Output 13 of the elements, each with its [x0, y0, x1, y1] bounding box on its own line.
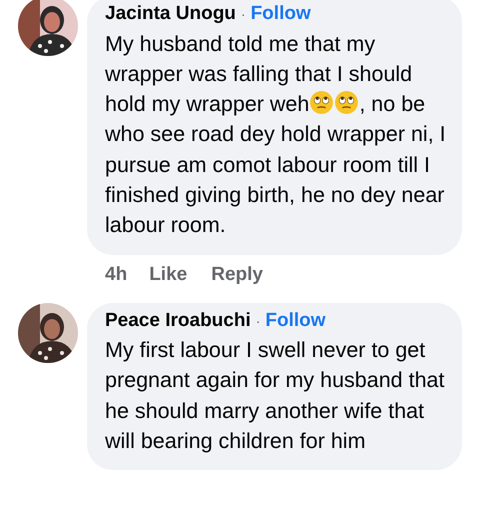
like-link[interactable]: Like: [149, 262, 188, 287]
author-name[interactable]: Peace Iroabuchi: [105, 310, 251, 331]
comment-text: My husband told me that my wrapper was falling that I should hold my wrapper weh , no be who see road dey hold wrapper ni, I pursue am comot labour room till I finished giving birth, he no dey near labour room.: [105, 30, 446, 240]
comment-time: 4h: [105, 262, 128, 287]
eye-roll-emoji-icon: [309, 90, 334, 116]
separator-dot: ·: [240, 6, 246, 22]
eye-roll-emoji-icon: [334, 90, 360, 116]
author-name[interactable]: Jacinta Unogu: [105, 3, 236, 24]
follow-link[interactable]: Follow: [265, 310, 326, 331]
comment-text: My first labour I swell never to get pregnant again for my husband that he should marry another wife that will bearing children for him: [105, 337, 446, 455]
reply-link[interactable]: Reply: [211, 262, 263, 287]
follow-link[interactable]: Follow: [250, 3, 311, 24]
separator-dot: ·: [256, 312, 260, 329]
